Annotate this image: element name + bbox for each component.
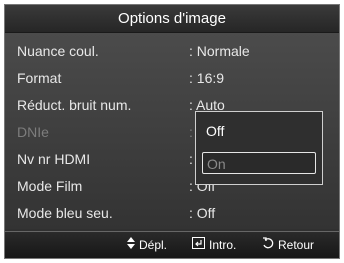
updown-arrow-icon <box>127 232 135 258</box>
footer-hints: Dépl. Intro. Retour <box>5 231 339 258</box>
move-label: Dépl. <box>139 238 168 252</box>
option-off[interactable]: Off <box>202 120 316 142</box>
menu-title: Options d'image <box>5 5 339 33</box>
row-mode-bleu[interactable]: Mode bleu seu. : Off <box>17 203 327 223</box>
enter-hint: Intro. <box>192 232 236 258</box>
row-label: Mode bleu seu. <box>17 205 113 221</box>
move-hint: Dépl. <box>127 232 167 258</box>
row-value: : <box>189 124 193 140</box>
row-label: DNIe <box>17 124 49 140</box>
option-on[interactable]: On <box>202 152 316 174</box>
row-label: Format <box>17 70 62 86</box>
enter-icon <box>192 232 205 258</box>
row-value: : Off <box>189 205 216 221</box>
options-menu-window: Options d'image Nuance coul. : Normale F… <box>4 4 340 259</box>
row-label: Mode Film <box>17 178 83 194</box>
enter-label: Intro. <box>209 238 237 252</box>
row-label: Nuance coul. <box>17 43 99 59</box>
row-value: : <box>189 151 193 167</box>
return-label: Retour <box>278 238 315 252</box>
return-icon <box>262 232 274 258</box>
row-value: : Normale <box>189 43 250 59</box>
row-nuance-coul[interactable]: Nuance coul. : Normale <box>17 41 327 61</box>
return-hint: Retour <box>262 232 314 258</box>
row-format[interactable]: Format : 16:9 <box>17 68 327 88</box>
row-label: Nv nr HDMI <box>17 151 91 167</box>
row-label: Réduct. bruit num. <box>17 97 132 113</box>
option-popup: Off On <box>195 111 323 185</box>
row-value: : 16:9 <box>189 70 225 86</box>
